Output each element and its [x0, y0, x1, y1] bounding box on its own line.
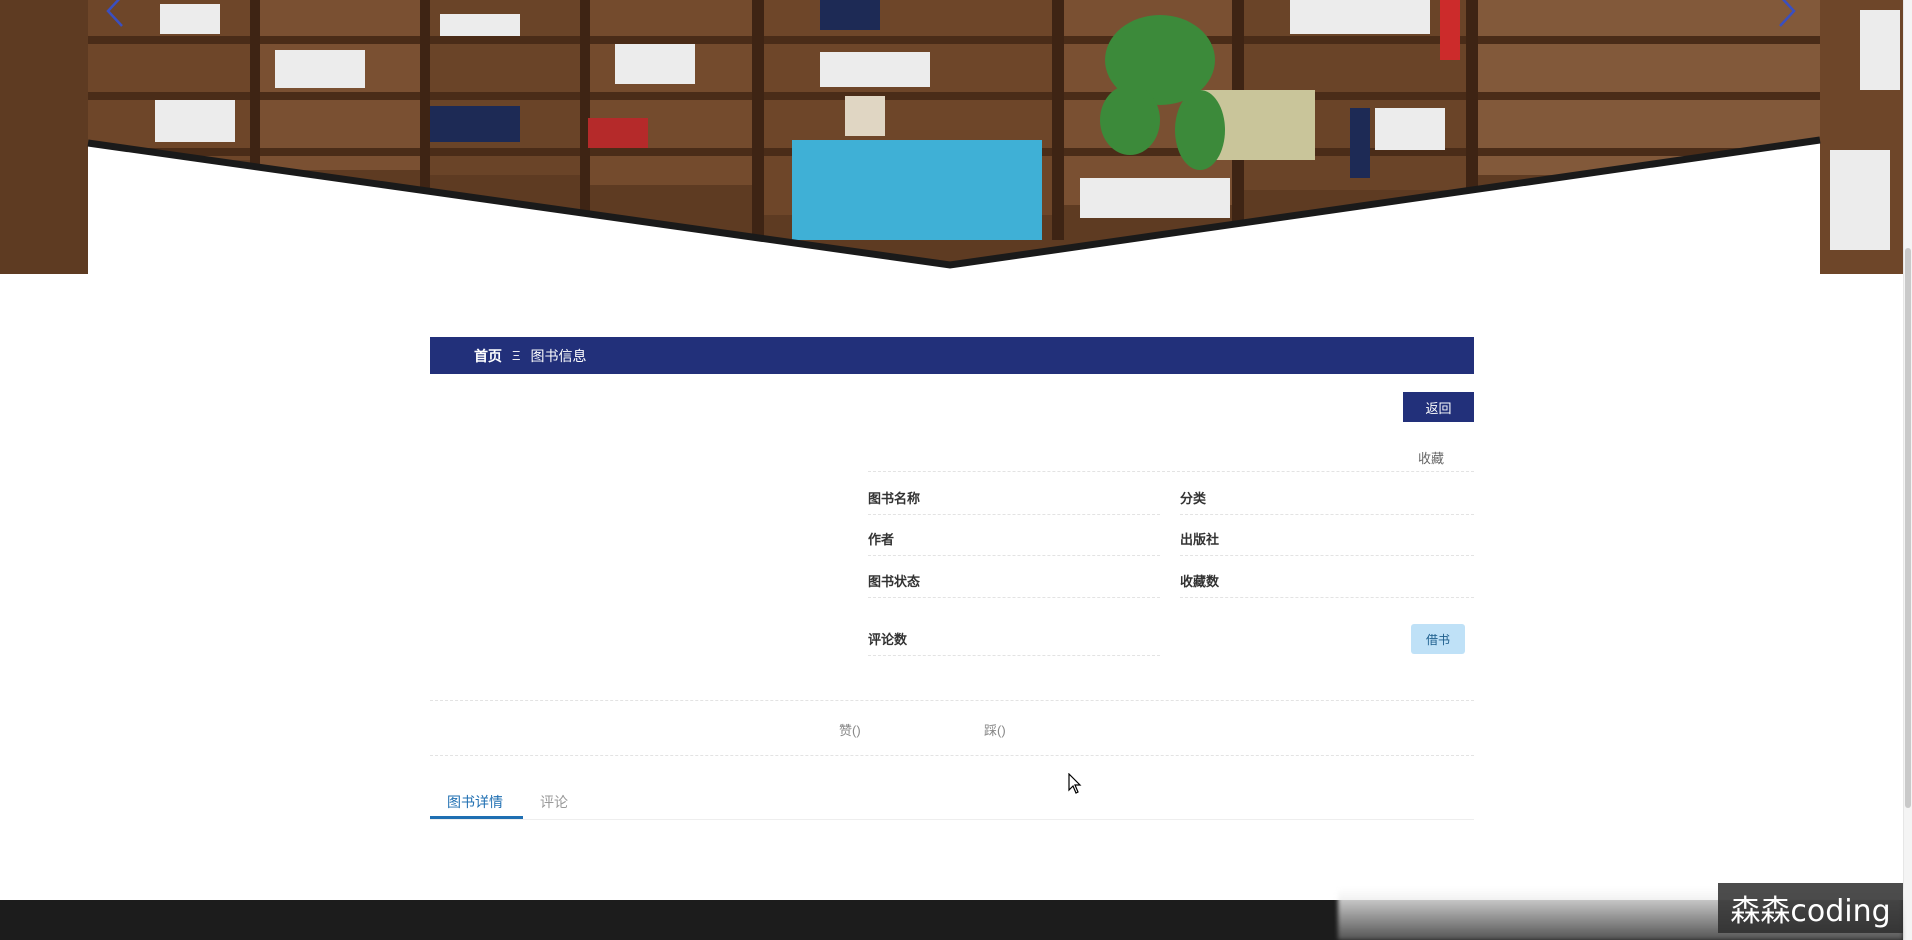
tab-comments[interactable]: 评论: [540, 792, 568, 812]
return-button[interactable]: 返回: [1403, 392, 1474, 422]
hero-banner: [0, 0, 1903, 274]
author-label: 作者: [868, 532, 895, 547]
divider: [868, 471, 1474, 472]
status-label: 图书状态: [868, 574, 921, 589]
carousel-next-button[interactable]: [1770, 0, 1804, 28]
divider: [430, 700, 1474, 701]
breadcrumb-home-link[interactable]: 首页: [474, 346, 502, 366]
scrollbar-thumb[interactable]: [1905, 248, 1911, 808]
carousel-prev-button[interactable]: [98, 0, 132, 28]
divider: [868, 597, 1160, 598]
dislike-button[interactable]: 踩(): [984, 720, 1006, 739]
divider: [430, 819, 1474, 820]
borrow-button[interactable]: 借书: [1411, 624, 1465, 654]
divider: [1180, 555, 1474, 556]
favorites-count-label: 收藏数: [1180, 574, 1220, 589]
book-cover-image: [430, 445, 860, 685]
bookshelf-image: [0, 0, 1903, 274]
divider: [868, 555, 1160, 556]
divider: [430, 755, 1474, 756]
book-name-label: 图书名称: [868, 491, 921, 506]
like-button[interactable]: 赞(): [839, 720, 861, 739]
breadcrumb-separator: Ξ: [512, 348, 521, 363]
divider: [1180, 597, 1474, 598]
divider: [1180, 514, 1474, 515]
chevron-left-icon: [106, 0, 123, 27]
mouse-pointer-icon: [1068, 773, 1082, 794]
publisher-label: 出版社: [1180, 532, 1220, 547]
tab-book-details[interactable]: 图书详情: [447, 792, 503, 812]
category-label: 分类: [1180, 491, 1207, 506]
divider: [868, 655, 1160, 656]
divider: [868, 514, 1160, 515]
breadcrumb: 首页 Ξ 图书信息: [430, 337, 1474, 374]
breadcrumb-current: 图书信息: [530, 347, 587, 364]
page-scrollbar[interactable]: [1903, 0, 1912, 940]
chevron-right-icon: [1779, 0, 1796, 27]
watermark: 森森coding: [1718, 883, 1903, 933]
comments-count-label: 评论数: [868, 632, 908, 647]
favorite-button[interactable]: 收藏: [1418, 448, 1444, 467]
